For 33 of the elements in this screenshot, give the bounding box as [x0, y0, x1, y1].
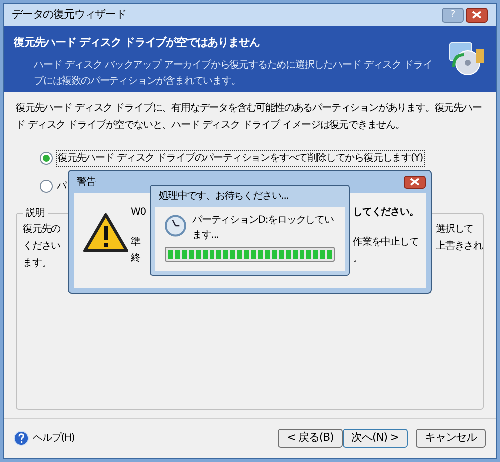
- radio-button[interactable]: [40, 180, 53, 193]
- description-text: ます。: [23, 257, 52, 271]
- header-title: 復元先ハード ディスク ドライブが空ではありません: [14, 35, 261, 51]
- warning-text: W0: [131, 207, 146, 218]
- help-icon: [14, 431, 29, 446]
- progress-message: パーティションD:をロックしています...: [192, 214, 335, 243]
- warning-text: 作業を中止して: [353, 236, 419, 250]
- wizard-button[interactable]: キャンセル: [416, 429, 486, 448]
- warning-text: 終: [131, 253, 140, 264]
- dialog-title: 警告: [76, 176, 96, 190]
- warning-text: してください。: [353, 206, 419, 220]
- close-button[interactable]: [404, 176, 426, 188]
- warning-icon: [83, 213, 129, 253]
- help-link[interactable]: ヘルプ(H): [14, 431, 75, 446]
- close-button[interactable]: [466, 8, 488, 22]
- description-text: 上書きされ: [436, 240, 483, 254]
- clock-icon: [165, 215, 186, 237]
- warning-text: 。: [353, 252, 362, 266]
- description-text: 選択して: [436, 223, 475, 237]
- warning-text: 準: [131, 237, 140, 248]
- body-text: 復元先ハード ディスク ドライブに、有用なデータを含む可能性のあるパーティションがあります。復元先ハード ディスク ドライブが空でないと、ハード ディスク ドライブ イメージは復元できません。: [16, 102, 483, 133]
- description-text: ください: [23, 240, 61, 254]
- close-icon[interactable]: [472, 11, 482, 19]
- radio-option[interactable]: パ: [40, 179, 68, 194]
- dialog-title: 処理中です、お待ちください...: [158, 190, 290, 204]
- wizard-button[interactable]: < 戻る(B): [278, 429, 343, 448]
- radio-button[interactable]: [40, 152, 53, 165]
- window-title: データの復元ウィザード: [12, 6, 126, 23]
- description-text: 復元先の: [23, 222, 61, 237]
- group-title: 説明: [25, 206, 46, 221]
- wizard-button[interactable]: 次へ(N) >: [342, 429, 408, 448]
- header-subtitle: ハード ディスク バックアップ アーカイブから復元するために選択したハード ディスク ドライブには複数のパーティションが含まれています。: [33, 58, 434, 88]
- close-icon[interactable]: [410, 178, 420, 186]
